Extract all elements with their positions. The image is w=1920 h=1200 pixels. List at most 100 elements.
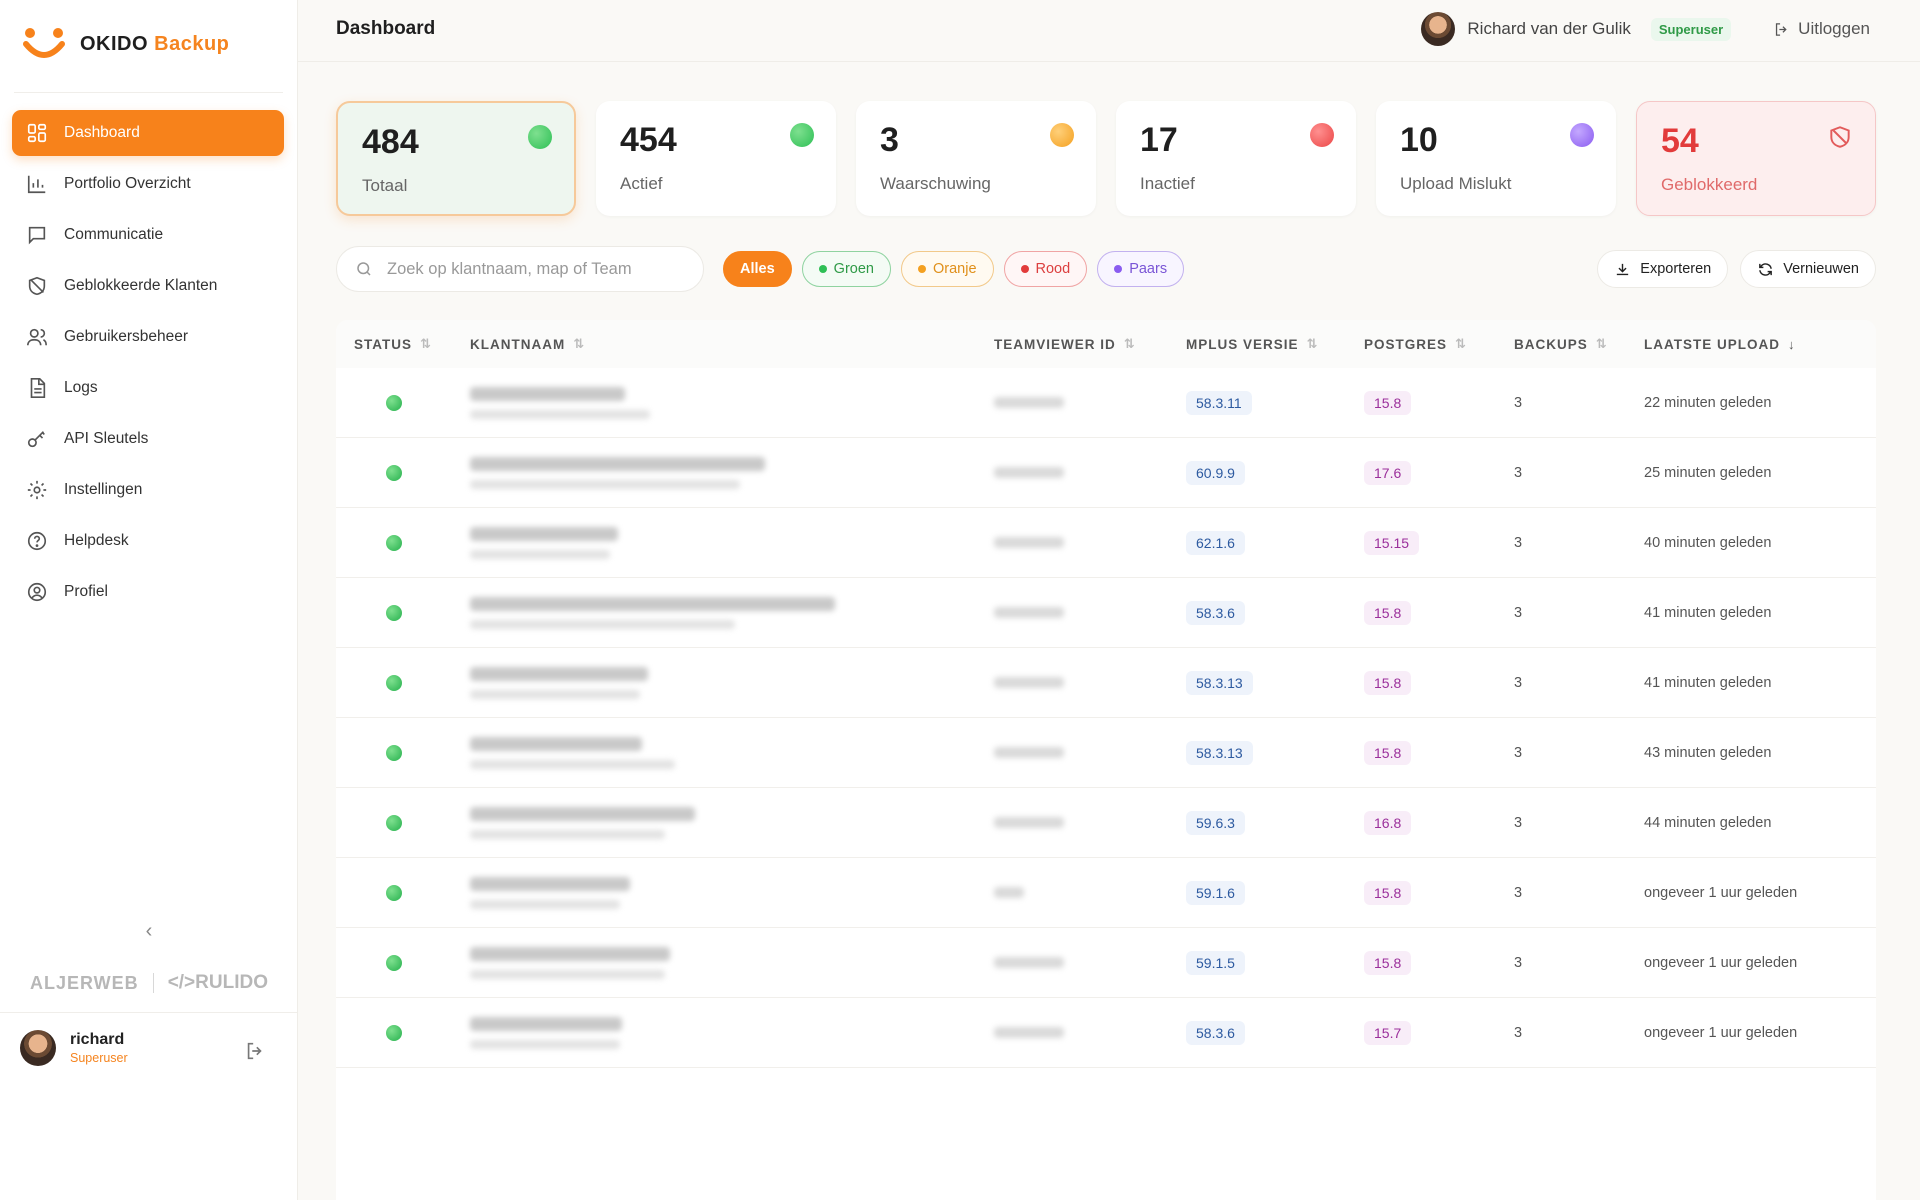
filter-groen[interactable]: Groen xyxy=(801,251,891,287)
postgres-version-badge: 15.8 xyxy=(1364,670,1412,695)
document-icon xyxy=(30,378,46,398)
status-cell xyxy=(336,814,452,831)
logout-button[interactable]: Uitloggen xyxy=(1773,19,1870,39)
mplus-cell: 60.9.9 xyxy=(1168,460,1346,485)
sidebar-item-gebruikersbeheer[interactable]: Gebruikersbeheer xyxy=(12,314,284,360)
export-button[interactable]: Exporteren xyxy=(1597,250,1729,288)
customer-name-cell xyxy=(452,526,976,559)
filter-rood[interactable]: Rood xyxy=(1003,251,1088,287)
teamviewer-cell xyxy=(976,887,1168,898)
table-row[interactable]: 59.1.6 15.8 3 ongeveer 1 uur geleden xyxy=(336,858,1876,928)
status-cell xyxy=(336,744,452,761)
sort-icon: ⇅ xyxy=(1306,336,1319,351)
logout-icon[interactable] xyxy=(244,1040,266,1062)
mplus-cell: 58.3.6 xyxy=(1168,600,1346,625)
avatar xyxy=(1421,12,1456,46)
stat-card-geblokkeerd[interactable]: 54 Geblokkeerd xyxy=(1636,101,1876,216)
redacted-name xyxy=(470,806,695,821)
redacted-name xyxy=(470,386,625,401)
table-row[interactable]: 59.6.3 16.8 3 44 minuten geleden xyxy=(336,788,1876,858)
sidebar-item-label: Helpdesk xyxy=(64,532,129,549)
table-row[interactable]: 58.3.6 15.7 3 ongeveer 1 uur geleden xyxy=(336,998,1876,1068)
postgres-cell: 15.8 xyxy=(1346,880,1496,905)
sidebar-item-label: Instellingen xyxy=(64,481,143,498)
status-dot-green-icon xyxy=(386,954,402,971)
table-row[interactable]: 60.9.9 17.6 3 25 minuten geleden xyxy=(336,438,1876,508)
table-row[interactable]: 58.3.11 15.8 3 22 minuten geleden xyxy=(336,368,1876,438)
mplus-cell: 59.1.6 xyxy=(1168,880,1346,905)
backups-cell: 3 xyxy=(1514,394,1523,411)
stat-value: 10 xyxy=(1400,121,1438,159)
status-dot-purple-icon xyxy=(1570,123,1594,147)
divider xyxy=(0,1012,297,1013)
mplus-cell: 58.3.6 xyxy=(1168,1020,1346,1045)
column-header-klantnaam[interactable]: KLANTNAAM ⇅ xyxy=(452,336,976,352)
app-logo[interactable]: OKIDO Backup xyxy=(22,24,229,64)
filter-alles[interactable]: Alles xyxy=(723,251,792,287)
sidebar-item-portfolio[interactable]: Portfolio Overzicht xyxy=(12,161,284,207)
redacted-teamviewer-id xyxy=(994,677,1064,688)
stat-card-waarschuwing[interactable]: 3 Waarschuwing xyxy=(856,101,1096,216)
filter-paars[interactable]: Paars xyxy=(1097,251,1185,287)
column-header-laatste-upload[interactable]: LAATSTE UPLOAD ↓ xyxy=(1626,337,1876,352)
column-header-status[interactable]: STATUS ⇅ xyxy=(336,336,452,352)
sidebar-item-helpdesk[interactable]: Helpdesk xyxy=(12,518,284,564)
refresh-button[interactable]: Vernieuwen xyxy=(1740,250,1876,288)
status-dot-green-icon xyxy=(386,744,402,761)
redacted-teamviewer-id xyxy=(994,817,1064,828)
column-header-mplus-versie[interactable]: MPLUS VERSIE ⇅ xyxy=(1168,336,1346,352)
page-title: Dashboard xyxy=(336,18,436,39)
table-row[interactable]: 62.1.6 15.15 3 40 minuten geleden xyxy=(336,508,1876,578)
sidebar-item-label: Gebruikersbeheer xyxy=(64,328,189,345)
status-dot-green-icon xyxy=(528,125,552,149)
postgres-version-badge: 15.8 xyxy=(1364,950,1412,975)
status-dot-green-icon xyxy=(386,604,402,621)
table-row[interactable]: 59.1.5 15.8 3 ongeveer 1 uur geleden xyxy=(336,928,1876,998)
column-header-postgres[interactable]: POSTGRES ⇅ xyxy=(1346,336,1496,352)
collapse-sidebar-button[interactable]: ‹ xyxy=(138,920,160,942)
logout-icon xyxy=(1776,22,1787,36)
filter-oranje[interactable]: Oranje xyxy=(900,251,994,287)
grid-icon xyxy=(27,123,47,143)
column-header-backups[interactable]: BACKUPS ⇅ xyxy=(1496,336,1626,352)
table-row[interactable]: 58.3.13 15.8 3 43 minuten geleden xyxy=(336,718,1876,788)
table-row[interactable]: 58.3.6 15.8 3 41 minuten geleden xyxy=(336,578,1876,648)
chat-icon xyxy=(28,226,46,245)
search-input[interactable] xyxy=(387,259,677,279)
postgres-version-badge: 15.8 xyxy=(1364,740,1412,765)
sort-icon: ⇅ xyxy=(1455,336,1467,351)
table-actions: Exporteren Vernieuwen xyxy=(1597,250,1876,288)
stat-card-actief[interactable]: 454 Actief xyxy=(596,101,836,216)
partner-logo-rulido: </>RULIDO xyxy=(167,972,268,993)
sidebar-item-profiel[interactable]: Profiel xyxy=(12,569,284,615)
stat-card-inactief[interactable]: 17 Inactief xyxy=(1116,101,1356,216)
postgres-version-badge: 15.7 xyxy=(1364,1020,1412,1045)
avatar xyxy=(20,1030,56,1066)
redacted-name xyxy=(470,946,670,961)
teamviewer-cell xyxy=(976,677,1168,688)
status-dot-green-icon xyxy=(386,534,402,551)
status-cell xyxy=(336,1024,452,1041)
sidebar-item-communicatie[interactable]: Communicatie xyxy=(12,212,284,258)
stat-card-totaal[interactable]: 484 Totaal xyxy=(336,101,576,216)
sidebar-item-instellingen[interactable]: Instellingen xyxy=(12,467,284,513)
orange-dot-icon xyxy=(917,265,926,273)
smiley-logo-icon xyxy=(23,28,65,58)
sidebar-item-logs[interactable]: Logs xyxy=(12,365,284,411)
teamviewer-cell xyxy=(976,747,1168,758)
stat-card-upload-mislukt[interactable]: 10 Upload Mislukt xyxy=(1376,101,1616,216)
sidebar-item-api-sleutels[interactable]: API Sleutels xyxy=(12,416,284,462)
column-label: LAATSTE UPLOAD xyxy=(1644,336,1780,352)
postgres-cell: 15.8 xyxy=(1346,670,1496,695)
partner-logo-aljerweb: ALJERWEB xyxy=(30,972,139,993)
search-icon xyxy=(357,262,371,276)
sidebar-item-geblokkeerde-klanten[interactable]: Geblokkeerde Klanten xyxy=(12,263,284,309)
sidebar-item-dashboard[interactable]: Dashboard xyxy=(12,110,284,156)
shield-off-icon xyxy=(28,276,46,296)
stat-label: Waarschuwing xyxy=(880,174,991,193)
postgres-version-badge: 16.8 xyxy=(1364,810,1412,835)
last-upload-cell: 43 minuten geleden xyxy=(1644,744,1772,761)
table-row[interactable]: 58.3.13 15.8 3 41 minuten geleden xyxy=(336,648,1876,718)
app-name-main: OKIDO xyxy=(80,32,149,55)
column-header-teamviewer-id[interactable]: TEAMVIEWER ID ⇅ xyxy=(976,336,1168,352)
